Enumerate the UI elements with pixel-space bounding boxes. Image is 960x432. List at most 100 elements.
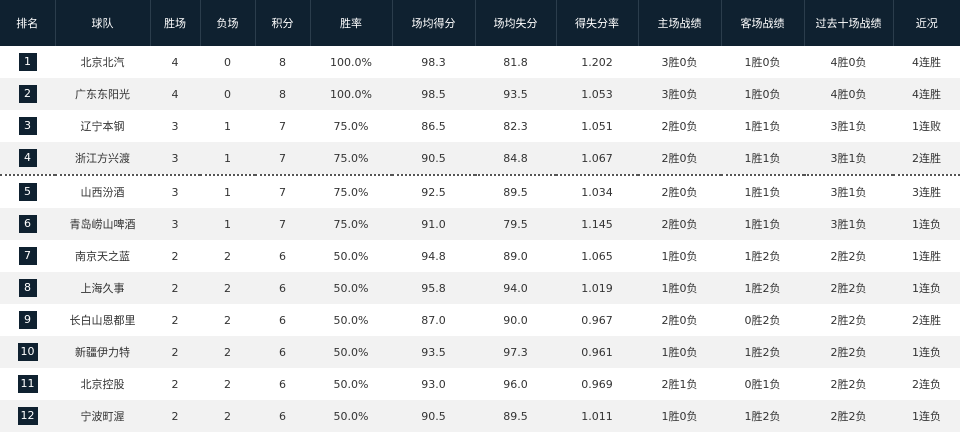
rank-badge: 2 — [18, 85, 37, 103]
cell-home-record: 1胜0负 — [638, 336, 721, 368]
cell-win-pct: 100.0% — [310, 78, 392, 110]
cell-rank: 4 — [0, 142, 55, 176]
col-header-rank[interactable]: 排名 — [0, 0, 56, 46]
cell-losses: 1 — [224, 119, 231, 133]
table-row[interactable]: 5 山西汾酒 3 1 7 75.0% 92.5 89.5 1.034 2胜0负 1胜1负 3胜1负 3连… — [0, 175, 960, 208]
cell-rank: 7 — [0, 240, 55, 272]
cell-avg-allowed: 97.3 — [475, 336, 556, 368]
cell-losses: 2 — [224, 313, 231, 327]
col-header-streak[interactable]: 近况 — [893, 0, 960, 46]
table-row[interactable]: 3 辽宁本钢 3 1 7 75.0% 86.5 82.3 1.051 2胜0负 1胜1负 3胜1负 1连… — [0, 110, 960, 142]
cell-wins: 2 — [171, 377, 179, 391]
cell-away-record: 0胜2负 — [744, 314, 781, 327]
col-header-last-ten[interactable]: 过去十场战绩 — [804, 0, 894, 46]
table-row[interactable]: 2 广东东阳光 4 0 8 100.0% 98.5 93.5 1.053 3胜0负 1胜0负 4胜0负… — [0, 78, 960, 110]
cell-last-ten: 2胜2负 — [804, 336, 893, 368]
cell-team-name[interactable]: 北京北汽 — [55, 46, 150, 78]
cell-avg-allowed: 90.0 — [503, 313, 528, 327]
col-header-points[interactable]: 积分 — [255, 0, 311, 46]
cell-team-name[interactable]: 宁波町渥 — [55, 400, 150, 432]
cell-losses: 1 — [200, 142, 255, 176]
cell-team-name[interactable]: 山西汾酒 — [55, 175, 150, 208]
col-header-home-record[interactable]: 主场战绩 — [638, 0, 722, 46]
cell-away-record: 1胜0负 — [744, 56, 781, 69]
cell-rank: 10 — [0, 336, 55, 368]
table-row[interactable]: 10 新疆伊力特 2 2 6 50.0% 93.5 97.3 0.961 1胜0负 1胜2负 2胜2负… — [0, 336, 960, 368]
table-row[interactable]: 12 宁波町渥 2 2 6 50.0% 90.5 89.5 1.011 1胜0负 1胜2负 2胜2负 1… — [0, 400, 960, 432]
table-row[interactable]: 11 北京控股 2 2 6 50.0% 93.0 96.0 0.969 2胜1负 0胜1负 2胜2负 2… — [0, 368, 960, 400]
cell-team-name[interactable]: 南京天之蓝 — [55, 240, 150, 272]
col-header-losses[interactable]: 负场 — [200, 0, 256, 46]
cell-win-pct: 50.0% — [310, 272, 392, 304]
cell-last-ten: 4胜0负 — [804, 78, 893, 110]
cell-streak: 1连败 — [912, 120, 941, 133]
cell-team-name[interactable]: 辽宁本钢 — [55, 110, 150, 142]
rank-badge: 12 — [17, 407, 38, 425]
col-header-win-pct[interactable]: 胜率 — [310, 0, 393, 46]
cell-points: 6 — [279, 377, 286, 391]
cell-away-record: 0胜1负 — [744, 378, 781, 391]
cell-win-pct: 50.0% — [310, 336, 392, 368]
cell-away-record: 1胜1负 — [744, 120, 781, 133]
cell-points: 7 — [255, 142, 310, 176]
cell-away-record: 1胜2负 — [721, 400, 804, 432]
cell-last-ten: 4胜0负 — [830, 56, 867, 69]
cell-last-ten: 2胜2负 — [804, 272, 893, 304]
cell-home-record: 2胜0负 — [661, 120, 698, 133]
cell-streak: 4连胜 — [912, 56, 941, 69]
cell-point-ratio: 0.969 — [581, 377, 613, 391]
table-row[interactable]: 9 长白山恩都里 2 2 6 50.0% 87.0 90.0 0.967 2胜0负 0胜2负 2胜2负… — [0, 304, 960, 336]
cell-losses: 2 — [224, 249, 231, 263]
cell-win-pct: 75.0% — [310, 142, 392, 176]
cell-home-record: 2胜0负 — [638, 142, 721, 176]
cell-points: 6 — [279, 249, 286, 263]
cell-losses: 2 — [200, 336, 255, 368]
cell-streak: 1连负 — [893, 208, 960, 240]
cell-avg-allowed: 94.0 — [475, 272, 556, 304]
cell-wins: 4 — [150, 78, 200, 110]
col-header-team[interactable]: 球队 — [55, 0, 151, 46]
cell-point-ratio: 0.967 — [581, 313, 613, 327]
cell-team-name[interactable]: 长白山恩都里 — [55, 304, 150, 336]
rank-badge: 10 — [17, 343, 38, 361]
rank-badge: 5 — [18, 183, 37, 201]
cell-team-name[interactable]: 青岛崂山啤酒 — [55, 208, 150, 240]
cell-points: 6 — [279, 313, 286, 327]
cell-rank: 3 — [0, 110, 55, 142]
cell-team-name[interactable]: 新疆伊力特 — [55, 336, 150, 368]
cell-team-name[interactable]: 北京控股 — [55, 368, 150, 400]
col-header-avg-points[interactable]: 场均得分 — [392, 0, 476, 46]
cell-rank: 11 — [0, 368, 55, 400]
rank-badge: 4 — [18, 149, 37, 167]
cell-team-name[interactable]: 浙江方兴渡 — [55, 142, 150, 176]
cell-avg-points: 93.0 — [421, 377, 446, 391]
col-header-avg-allowed[interactable]: 场均失分 — [475, 0, 557, 46]
cell-avg-points: 98.5 — [392, 78, 475, 110]
cell-team-name[interactable]: 上海久事 — [55, 272, 150, 304]
standings-table: 排名 球队 胜场 负场 积分 胜率 场均得分 场均失分 得失分率 主场战绩 客场… — [0, 0, 960, 432]
cell-streak: 2连胜 — [893, 142, 960, 176]
col-header-point-ratio[interactable]: 得失分率 — [556, 0, 639, 46]
cell-streak: 3连胜 — [912, 186, 941, 199]
cell-losses: 2 — [200, 400, 255, 432]
col-header-away-record[interactable]: 客场战绩 — [721, 0, 805, 46]
table-row[interactable]: 7 南京天之蓝 2 2 6 50.0% 94.8 89.0 1.065 1胜0负 1胜2负 2胜2负 1… — [0, 240, 960, 272]
cell-rank: 2 — [0, 78, 55, 110]
cell-avg-points: 91.0 — [392, 208, 475, 240]
cell-home-record: 2胜0负 — [661, 186, 698, 199]
rank-badge: 6 — [18, 215, 37, 233]
table-row[interactable]: 4 浙江方兴渡 3 1 7 75.0% 90.5 84.8 1.067 2胜0负 1胜1负 3胜1负 2… — [0, 142, 960, 176]
col-header-wins[interactable]: 胜场 — [150, 0, 201, 46]
table-row[interactable]: 1 北京北汽 4 0 8 100.0% 98.3 81.8 1.202 3胜0负 1胜0负 4胜0负 4… — [0, 46, 960, 78]
cell-losses: 0 — [224, 55, 231, 69]
cell-away-record: 1胜2负 — [744, 250, 781, 263]
table-row[interactable]: 6 青岛崂山啤酒 3 1 7 75.0% 91.0 79.5 1.145 2胜0负 1胜1负 3胜1负… — [0, 208, 960, 240]
cell-win-pct: 100.0% — [330, 55, 372, 69]
table-row[interactable]: 8 上海久事 2 2 6 50.0% 95.8 94.0 1.019 1胜0负 1胜2负 2胜2负 1连… — [0, 272, 960, 304]
cell-avg-points: 86.5 — [421, 119, 446, 133]
cell-points: 8 — [255, 78, 310, 110]
cell-last-ten: 3胜1负 — [804, 208, 893, 240]
cell-last-ten: 3胜1负 — [804, 142, 893, 176]
cell-team-name[interactable]: 广东东阳光 — [55, 78, 150, 110]
cell-away-record: 1胜1负 — [744, 186, 781, 199]
